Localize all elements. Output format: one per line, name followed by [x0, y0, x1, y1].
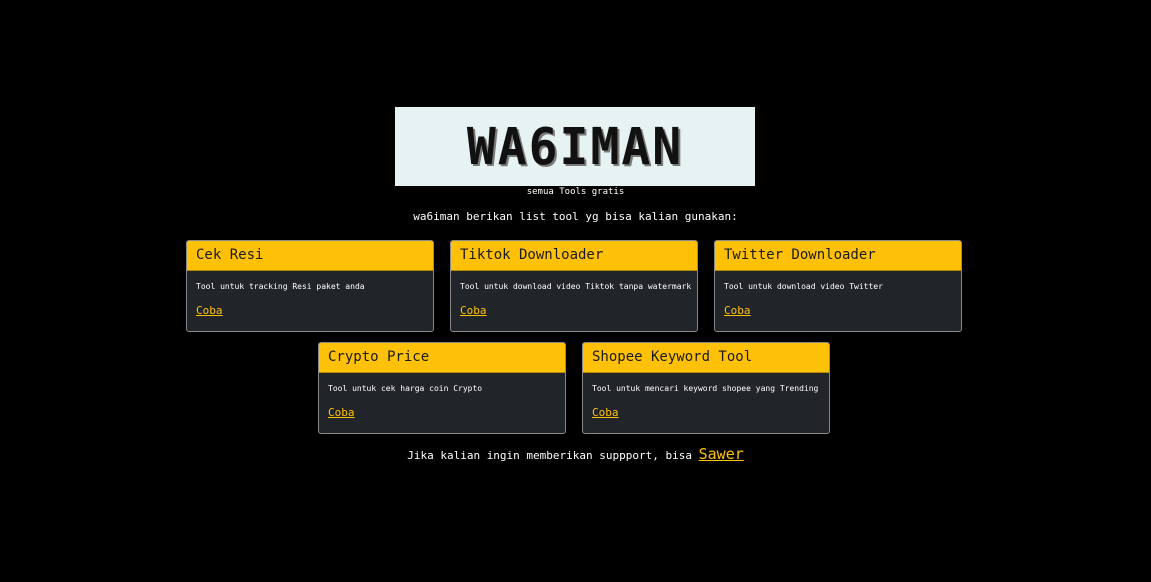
tool-card-cek-resi: Cek Resi Tool untuk tracking Resi paket … [186, 240, 434, 332]
card-description: Tool untuk download video Twitter [724, 282, 883, 291]
card-title: Crypto Price [319, 343, 565, 373]
card-description: Tool untuk cek harga coin Crypto [328, 384, 483, 393]
coba-link[interactable]: Coba [724, 304, 751, 318]
tool-card-twitter-downloader: Twitter Downloader Tool untuk download v… [714, 240, 962, 332]
coba-link[interactable]: Coba [196, 304, 223, 318]
page: WA6IMAN semua Tools gratis wa6iman berik… [0, 0, 1151, 582]
footer-text: Jika kalian ingin memberikan suppport, b… [407, 449, 692, 462]
support-footer: Jika kalian ingin memberikan suppport, b… [0, 443, 1151, 467]
subtitle: semua Tools gratis [526, 187, 625, 197]
tool-card-crypto-price: Crypto Price Tool untuk cek harga coin C… [318, 342, 566, 434]
coba-link[interactable]: Coba [592, 406, 619, 420]
tool-card-shopee-keyword-tool: Shopee Keyword Tool Tool untuk mencari k… [582, 342, 830, 434]
intro-text: wa6iman berikan list tool yg bisa kalian… [413, 210, 738, 223]
card-description: Tool untuk tracking Resi paket anda [196, 282, 365, 291]
coba-link[interactable]: Coba [460, 304, 487, 318]
card-description: Tool untuk download video Tiktok tanpa w… [460, 282, 692, 291]
card-title: Shopee Keyword Tool [583, 343, 829, 373]
card-description: Tool untuk mencari keyword shopee yang T… [592, 384, 819, 393]
sawer-link[interactable]: Sawer [699, 445, 744, 463]
coba-link[interactable]: Coba [328, 406, 355, 420]
logo-text: WA6IMAN [466, 117, 684, 176]
logo-banner: WA6IMAN [395, 107, 755, 186]
tool-card-tiktok-downloader: Tiktok Downloader Tool untuk download vi… [450, 240, 698, 332]
card-title: Cek Resi [187, 241, 433, 271]
card-title: Tiktok Downloader [451, 241, 697, 271]
card-title: Twitter Downloader [715, 241, 961, 271]
